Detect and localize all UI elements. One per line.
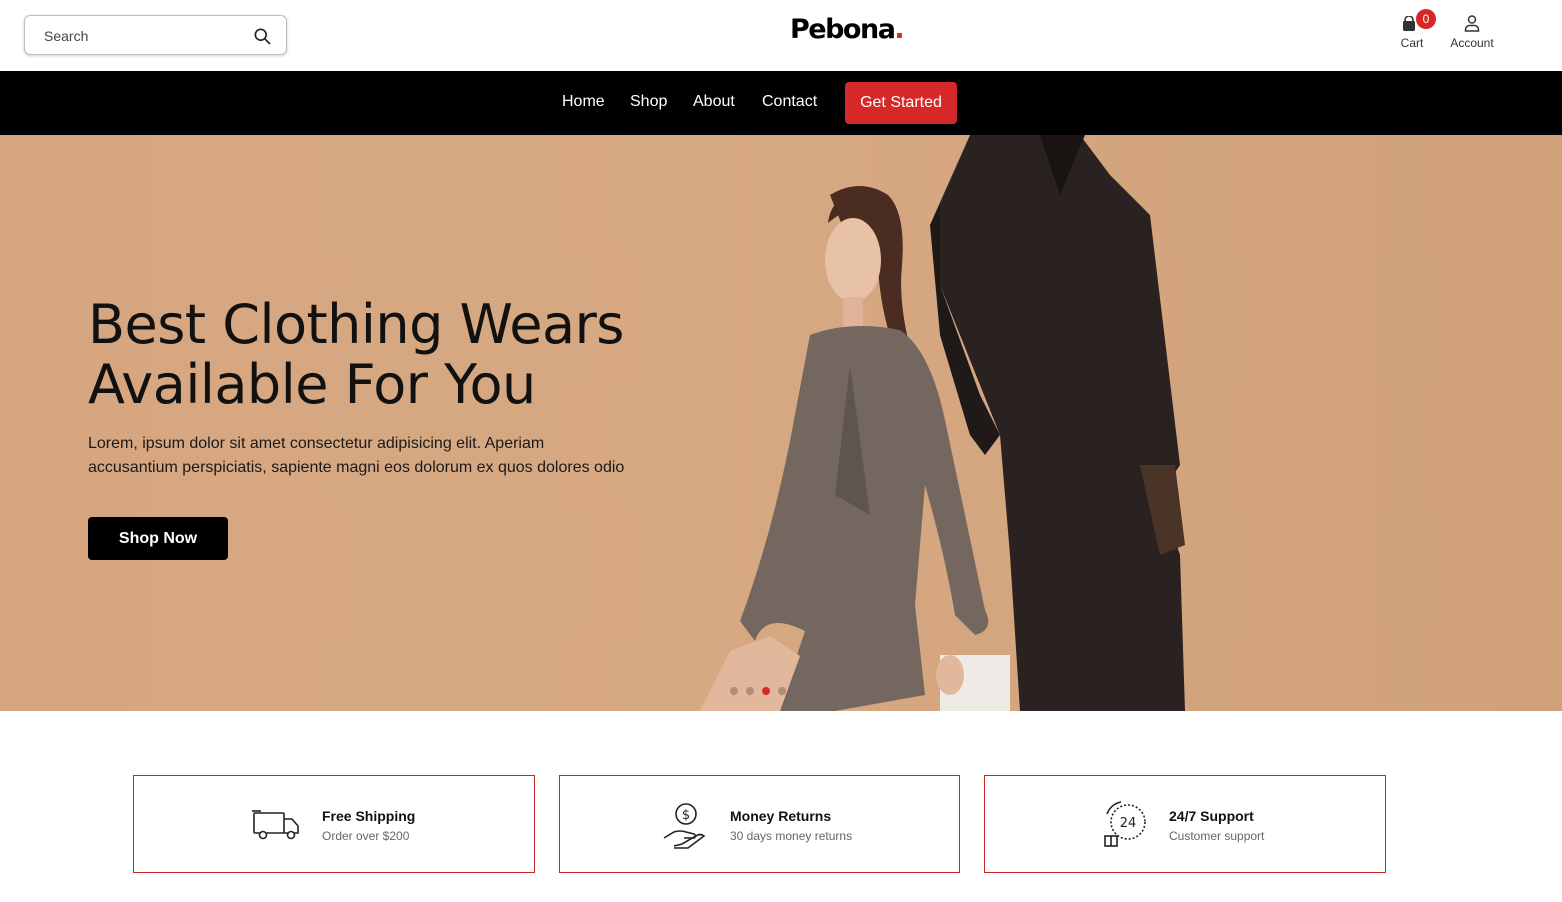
nav-item-contact[interactable]: Contact <box>762 93 817 111</box>
cart-button[interactable]: 0 Cart <box>1395 9 1436 50</box>
money-hand-icon: $ <box>663 803 706 849</box>
header: Pebona. 0 Cart Account <box>0 0 1562 71</box>
account-label: Account <box>1450 36 1494 50</box>
slider-dot-2[interactable] <box>746 687 754 695</box>
brand-logo[interactable]: Pebona. <box>790 14 905 45</box>
user-icon <box>1464 15 1480 32</box>
feature-card-shipping: Free Shipping Order over $200 <box>133 775 535 873</box>
feature-subtitle: Customer support <box>1169 829 1265 843</box>
slider-dot-1[interactable] <box>730 687 738 695</box>
svg-text:24: 24 <box>1120 816 1137 831</box>
shop-now-button[interactable]: Shop Now <box>88 517 228 560</box>
hero-description-line-2: accusantium perspiciatis, sapiente magni… <box>88 459 625 476</box>
main-nav: Home Shop About Contact Get Started <box>0 71 1562 135</box>
feature-card-returns: $ Money Returns 30 days money returns <box>559 775 960 873</box>
cart-count-badge: 0 <box>1416 9 1436 29</box>
feature-card-support: 24 24/7 Support Customer support <box>984 775 1386 873</box>
cart-label: Cart <box>1400 36 1424 50</box>
search-box[interactable] <box>24 15 287 55</box>
feature-title: Free Shipping <box>322 808 416 824</box>
support-24-icon: 24 <box>1104 801 1146 847</box>
svg-text:$: $ <box>682 808 690 823</box>
hero-banner: Best Clothing Wears Available For You Lo… <box>0 135 1562 711</box>
slider-dot-3[interactable] <box>762 687 770 695</box>
get-started-button[interactable]: Get Started <box>845 82 957 124</box>
account-button[interactable]: Account <box>1444 10 1500 50</box>
feature-title: 24/7 Support <box>1169 808 1254 824</box>
search-icon[interactable] <box>252 26 272 46</box>
hero-models-image <box>700 135 1185 711</box>
hero-description: Lorem, ipsum dolor sit amet consectetur … <box>88 432 688 480</box>
search-input[interactable] <box>44 25 244 47</box>
brand-logo-text: Pebona <box>790 14 896 45</box>
shopping-bag-icon <box>1403 16 1415 31</box>
feature-subtitle: Order over $200 <box>322 829 410 843</box>
feature-title: Money Returns <box>730 808 832 824</box>
hero-title: Best Clothing Wears Available For You <box>88 295 728 415</box>
slider-dot-4[interactable] <box>778 687 786 695</box>
hero-title-line-1: Best Clothing Wears <box>88 293 624 356</box>
brand-logo-dot: . <box>894 14 904 45</box>
truck-icon <box>252 810 299 840</box>
hero-description-line-1: Lorem, ipsum dolor sit amet consectetur … <box>88 435 545 452</box>
nav-item-home[interactable]: Home <box>562 93 605 111</box>
nav-item-shop[interactable]: Shop <box>630 93 667 111</box>
feature-subtitle: 30 days money returns <box>730 829 853 843</box>
nav-item-about[interactable]: About <box>693 93 735 111</box>
hero-title-line-2: Available For You <box>88 353 536 416</box>
